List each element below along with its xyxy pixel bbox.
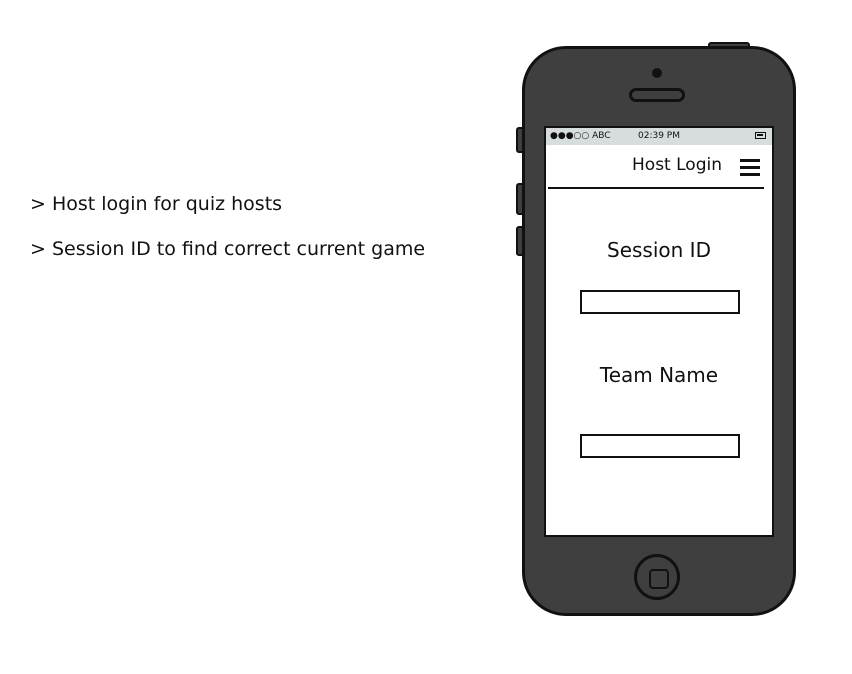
home-button[interactable] xyxy=(634,554,680,600)
status-bar: ●●●○○ ABC 02:39 PM xyxy=(546,128,772,145)
hamburger-menu-icon[interactable] xyxy=(740,159,760,180)
phone-screen: ●●●○○ ABC 02:39 PM Host Login Session ID… xyxy=(544,126,774,537)
session-id-label: Session ID xyxy=(607,238,711,262)
annotation-note: > Session ID to find correct current gam… xyxy=(30,238,426,260)
annotation-note: > Host login for quiz hosts xyxy=(30,193,283,215)
team-name-label: Team Name xyxy=(599,363,719,387)
team-name-input[interactable] xyxy=(580,434,740,458)
carrier-signal: ●●●○○ ABC xyxy=(550,131,611,141)
header-divider xyxy=(548,187,764,189)
camera-icon xyxy=(652,68,662,78)
status-time: 02:39 PM xyxy=(638,131,680,141)
battery-icon xyxy=(755,132,766,139)
session-id-input[interactable] xyxy=(580,290,740,314)
page-title: Host Login xyxy=(632,155,722,175)
speaker-icon xyxy=(629,88,685,102)
home-icon xyxy=(649,569,669,589)
